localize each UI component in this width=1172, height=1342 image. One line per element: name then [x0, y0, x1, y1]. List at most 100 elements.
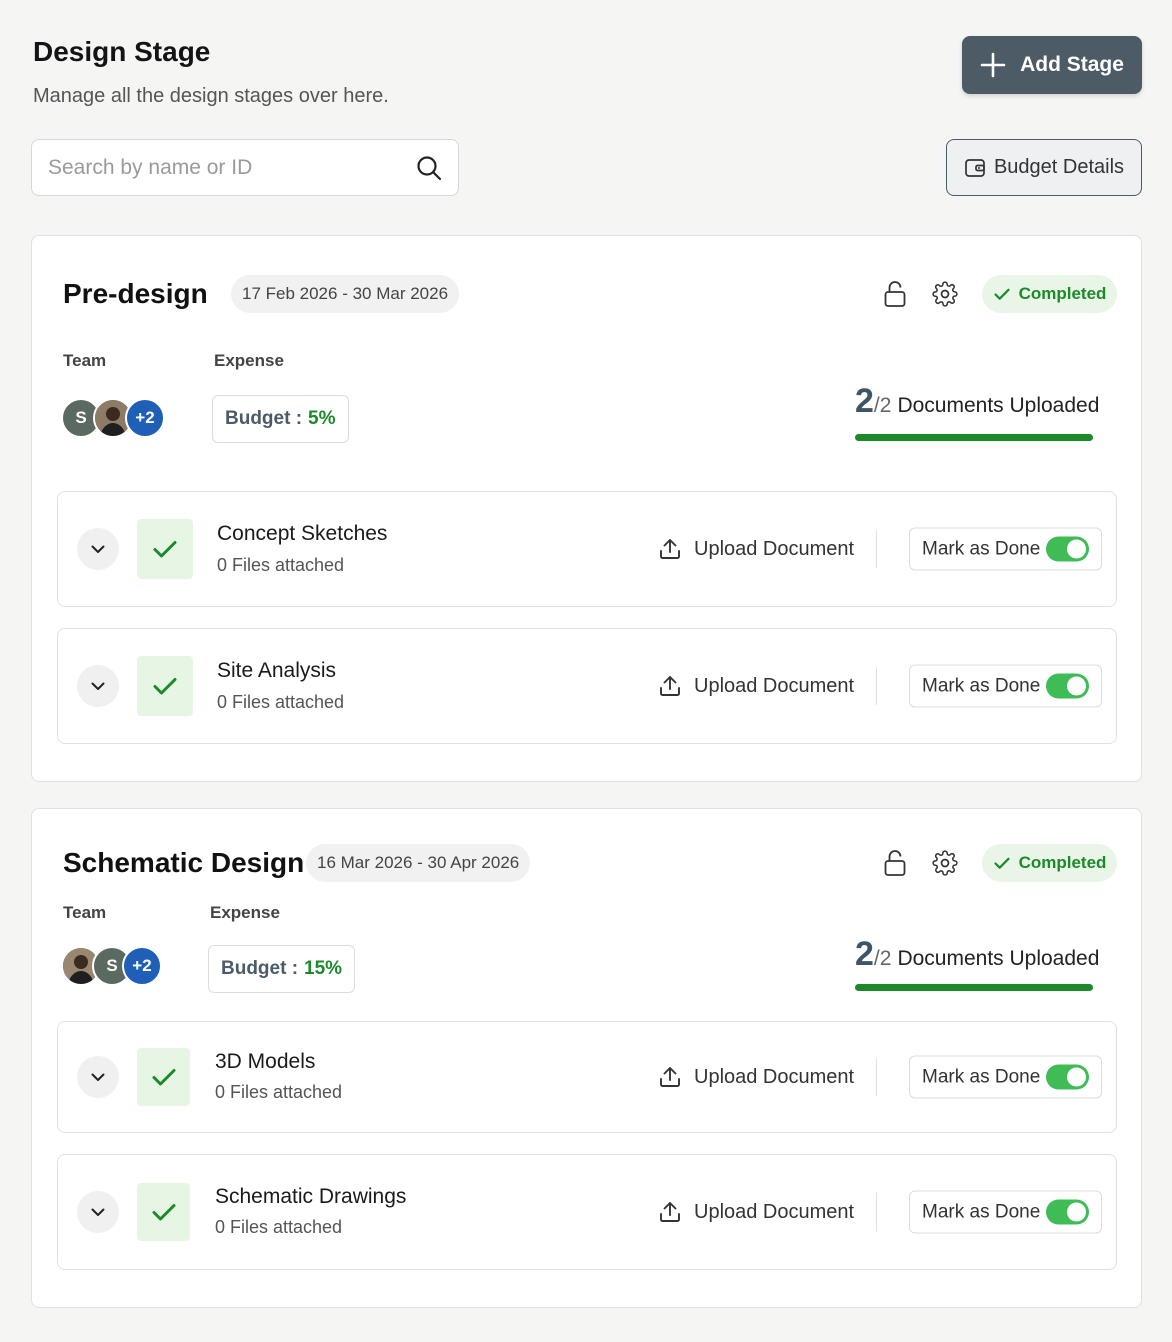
check-icon [153, 541, 177, 558]
task-complete-indicator [137, 519, 193, 579]
stage-card-schematic-design: Schematic Design 16 Mar 2026 - 30 Apr 20… [31, 808, 1142, 1308]
search-input[interactable] [48, 155, 416, 180]
upload-icon [660, 539, 680, 559]
mark-as-done-toggle[interactable]: Mark as Done [909, 1055, 1102, 1099]
check-icon [993, 288, 1010, 300]
page-title: Design Stage [33, 36, 211, 67]
budget-value: 5% [308, 408, 336, 429]
expand-button[interactable] [77, 1056, 119, 1098]
expense-label: Expense [214, 351, 284, 370]
expand-button[interactable] [77, 528, 119, 570]
divider [876, 530, 877, 568]
avatar-more-count[interactable]: +2 [122, 946, 162, 986]
documents-uploaded: 2 /2 Documents Uploaded [855, 382, 1099, 421]
stage-title: Pre-design [63, 278, 208, 309]
mark-as-done-toggle[interactable]: Mark as Done [909, 664, 1102, 708]
mark-as-done-toggle[interactable]: Mark as Done [909, 527, 1102, 571]
gear-icon[interactable] [931, 280, 959, 308]
budget-pill: Budget : 15% [208, 945, 356, 993]
check-icon [152, 1069, 175, 1086]
upload-document-button[interactable]: Upload Document [658, 1200, 854, 1224]
divider [876, 1058, 877, 1096]
avatar-more-count[interactable]: +2 [125, 398, 165, 438]
search-icon[interactable] [416, 155, 442, 181]
chevron-down-icon [91, 1073, 105, 1081]
chevron-down-icon [91, 1208, 105, 1216]
mark-as-done-label: Mark as Done [922, 1201, 1041, 1222]
task-files: 0 Files attached [215, 1082, 343, 1102]
unlock-icon[interactable] [881, 280, 909, 308]
divider [876, 1193, 877, 1231]
team-label: Team [63, 351, 107, 370]
documents-uploaded-count: 2 [855, 382, 874, 420]
task-row-site-analysis: Site Analysis 0 Files attached Upload Do… [57, 628, 1117, 744]
status-label: Completed [1018, 284, 1107, 303]
budget-label: Budget : [225, 408, 303, 429]
task-complete-indicator [137, 1183, 190, 1241]
chevron-down-icon [91, 545, 105, 553]
task-files: 0 Files attached [217, 692, 345, 712]
task-name: Site Analysis [217, 659, 337, 682]
toggle-switch[interactable] [1046, 536, 1089, 562]
search-box[interactable] [31, 139, 459, 196]
team-label: Team [63, 903, 107, 922]
plus-icon [980, 52, 1006, 78]
stage-date-range: 16 Mar 2026 - 30 Apr 2026 [306, 844, 531, 882]
mark-as-done-label: Mark as Done [922, 1066, 1041, 1087]
budget-details-label: Budget Details [993, 156, 1125, 178]
check-icon [152, 1204, 175, 1221]
task-complete-indicator [137, 656, 193, 716]
documents-uploaded: 2 /2 Documents Uploaded [855, 935, 1099, 974]
documents-progress-bar [855, 434, 1093, 441]
stage-title: Schematic Design [63, 847, 305, 878]
mark-as-done-label: Mark as Done [922, 538, 1041, 559]
toggle-switch[interactable] [1046, 1199, 1089, 1225]
upload-document-button[interactable]: Upload Document [658, 1065, 854, 1089]
toggle-switch[interactable] [1046, 673, 1089, 699]
expand-button[interactable] [77, 1191, 119, 1233]
task-row-schematic-drawings: Schematic Drawings 0 Files attached Uplo… [57, 1154, 1117, 1270]
upload-document-button[interactable]: Upload Document [658, 674, 854, 698]
upload-icon [660, 1067, 680, 1087]
budget-value: 15% [304, 958, 343, 979]
upload-label: Upload Document [694, 674, 855, 697]
mark-as-done-toggle[interactable]: Mark as Done [909, 1190, 1102, 1234]
budget-label: Budget : [221, 958, 299, 979]
documents-total: /2 [873, 394, 892, 417]
upload-document-button[interactable]: Upload Document [658, 537, 854, 561]
toggle-switch[interactable] [1046, 1064, 1089, 1090]
task-complete-indicator [137, 1048, 190, 1106]
wallet-icon [965, 158, 985, 177]
documents-label: Documents Uploaded [897, 394, 1100, 417]
documents-progress-fill [855, 984, 1093, 991]
add-stage-button[interactable]: Add Stage [962, 36, 1142, 94]
upload-label: Upload Document [694, 1200, 855, 1223]
gear-icon[interactable] [931, 849, 959, 877]
add-stage-label: Add Stage [1020, 53, 1124, 76]
documents-progress-fill [855, 434, 1093, 441]
unlock-icon[interactable] [881, 849, 909, 877]
check-icon [153, 678, 177, 695]
documents-label: Documents Uploaded [897, 947, 1100, 970]
status-badge: Completed [982, 844, 1117, 882]
check-icon [993, 857, 1010, 869]
documents-uploaded-count: 2 [855, 935, 874, 973]
task-name: Concept Sketches [217, 522, 388, 545]
documents-progress-bar [855, 984, 1093, 991]
task-row-3d-models: 3D Models 0 Files attached Upload Docume… [57, 1021, 1117, 1133]
status-label: Completed [1018, 853, 1107, 872]
status-badge: Completed [982, 275, 1117, 313]
chevron-down-icon [91, 682, 105, 690]
task-name: 3D Models [215, 1050, 316, 1073]
stage-date-range: 17 Feb 2026 - 30 Mar 2026 [231, 275, 460, 313]
mark-as-done-label: Mark as Done [922, 675, 1041, 696]
task-name: Schematic Drawings [215, 1185, 407, 1208]
task-row-concept-sketches: Concept Sketches 0 Files attached Upload… [57, 491, 1117, 607]
budget-details-button[interactable]: Budget Details [946, 139, 1142, 196]
budget-pill: Budget : 5% [212, 395, 349, 443]
expand-button[interactable] [77, 665, 119, 707]
documents-total: /2 [873, 947, 892, 970]
upload-label: Upload Document [694, 537, 855, 560]
upload-icon [660, 1202, 680, 1222]
stage-card-pre-design: Pre-design 17 Feb 2026 - 30 Mar 2026 Com… [31, 235, 1142, 782]
